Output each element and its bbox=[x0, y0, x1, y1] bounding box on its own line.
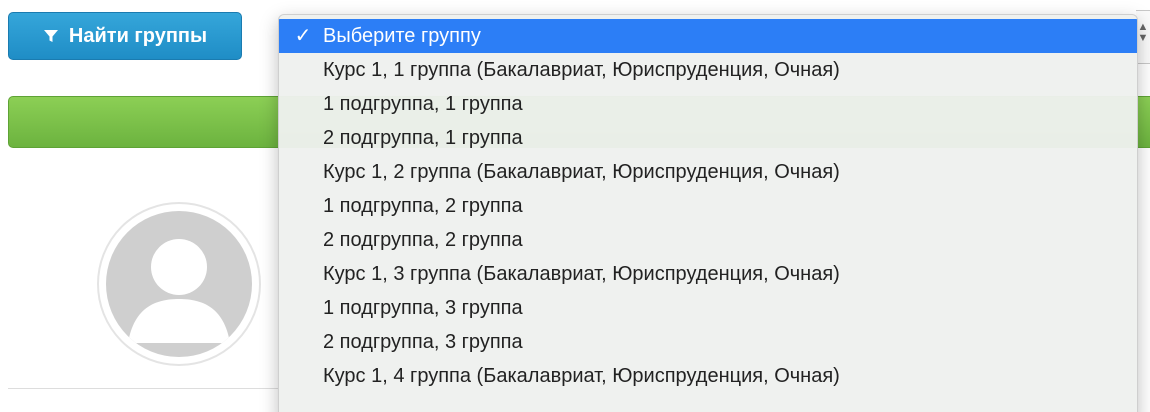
group-option[interactable]: 1 подгруппа, 3 группа bbox=[279, 291, 1137, 325]
avatar bbox=[97, 202, 261, 366]
group-option[interactable]: 2 подгруппа, 1 группа bbox=[279, 121, 1137, 155]
group-option[interactable]: Курс 1, 1 группа (Бакалавриат, Юриспруде… bbox=[279, 53, 1137, 87]
group-option-label: Курс 1, 4 группа (Бакалавриат, Юриспруде… bbox=[323, 365, 840, 387]
group-option-label: 2 подгруппа, 3 группа bbox=[323, 331, 523, 353]
group-option-label: 1 подгруппа, 2 группа bbox=[323, 195, 523, 217]
group-option-label: 1 подгруппа, 1 группа bbox=[323, 93, 523, 115]
filter-icon bbox=[43, 28, 59, 44]
chevron-up-down-icon[interactable]: ▲ ▼ bbox=[1137, 22, 1149, 50]
group-option[interactable]: Курс 1, 4 группа (Бакалавриат, Юриспруде… bbox=[279, 359, 1137, 393]
group-option-label: Выберите группу bbox=[323, 25, 481, 47]
group-option[interactable]: Курс 1, 2 группа (Бакалавриат, Юриспруде… bbox=[279, 155, 1137, 189]
page: Найти группы ▲ ▼ ✓ Выберите группу Курс 1, … bbox=[0, 0, 1150, 412]
checkmark-icon: ✓ bbox=[294, 25, 312, 47]
group-option[interactable]: 1 подгруппа, 1 группа bbox=[279, 87, 1137, 121]
find-groups-button[interactable]: Найти группы bbox=[8, 12, 242, 60]
find-groups-button-label: Найти группы bbox=[68, 24, 208, 47]
group-option-label: 2 подгруппа, 2 группа bbox=[323, 229, 523, 251]
group-option[interactable]: Курс 1, 3 группа (Бакалавриат, Юриспруде… bbox=[279, 257, 1137, 291]
group-option-label: 1 подгруппа, 3 группа bbox=[323, 297, 523, 319]
group-option[interactable]: 1 подгруппа, 2 группа bbox=[279, 189, 1137, 223]
group-option[interactable]: 2 подгруппа, 2 группа bbox=[279, 223, 1137, 257]
group-option-label: Курс 1, 2 группа (Бакалавриат, Юриспруде… bbox=[323, 161, 840, 183]
group-option-label: 2 подгруппа, 1 группа bbox=[323, 127, 523, 149]
group-dropdown-list[interactable]: ✓ Выберите группу Курс 1, 1 группа (Бакала… bbox=[278, 14, 1138, 412]
group-option-label: Курс 1, 3 группа (Бакалавриат, Юриспруде… bbox=[323, 263, 840, 285]
divider bbox=[8, 388, 278, 389]
user-silhouette-icon bbox=[128, 239, 230, 343]
group-option[interactable]: 2 подгруппа, 3 группа bbox=[279, 325, 1137, 359]
group-option-selected[interactable]: ✓ Выберите группу bbox=[279, 19, 1137, 53]
group-option-label: Курс 1, 1 группа (Бакалавриат, Юриспруде… bbox=[323, 59, 840, 81]
